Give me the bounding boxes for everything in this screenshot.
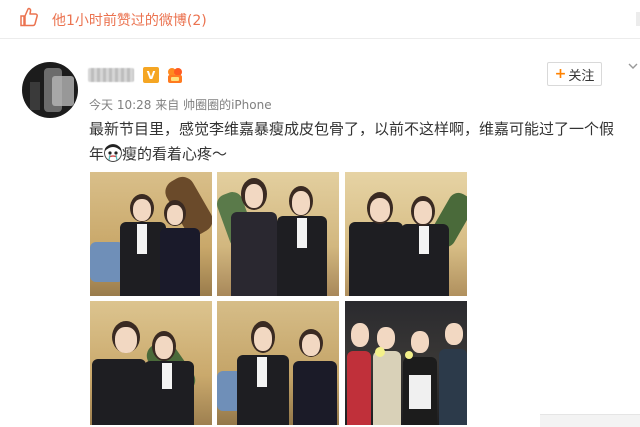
post-text-line-2-start: 年 xyxy=(89,145,105,163)
post-text-line-1: 最新节目里，感觉李维嘉暴瘦成皮包骨了，以前不这样啊，维嘉可能过了一个假 xyxy=(89,120,615,138)
scroll-region-edge xyxy=(540,414,640,427)
liked-weibo-header[interactable]: 他1小时前赞过的微博(2) xyxy=(0,0,640,39)
photo-6[interactable] xyxy=(345,301,467,425)
post-meta: 今天 10:28 来自 帅圈圈的iPhone xyxy=(89,96,272,113)
photo-2[interactable] xyxy=(217,172,339,296)
crying-face-emoji-icon xyxy=(104,144,123,162)
photo-4[interactable] xyxy=(90,301,212,425)
source-prefix: 来自 xyxy=(155,98,180,112)
photo-1[interactable] xyxy=(90,172,212,296)
follow-button[interactable]: + 关注 xyxy=(547,62,602,86)
photo-3[interactable] xyxy=(345,172,467,296)
post-content: 最新节目里，感觉李维嘉暴瘦成皮包骨了，以前不这样啊，维嘉可能过了一个假 年瘦的看… xyxy=(89,117,640,167)
liked-weibo-text[interactable]: 他1小时前赞过的微博(2) xyxy=(52,10,207,30)
avatar[interactable] xyxy=(22,62,78,118)
thumbs-up-icon xyxy=(20,7,38,27)
follow-label: 关注 xyxy=(568,68,595,84)
member-level-icon[interactable] xyxy=(166,67,184,84)
post-source[interactable]: 帅圈圈的iPhone xyxy=(183,98,272,112)
scrollbar-edge xyxy=(636,12,640,26)
post-time[interactable]: 今天 10:28 xyxy=(89,98,151,112)
vip-badge[interactable]: V xyxy=(143,67,159,83)
plus-icon: + xyxy=(554,66,567,82)
username-blurred[interactable] xyxy=(88,68,134,82)
chevron-down-icon[interactable] xyxy=(627,61,639,71)
post-text-line-2: 年瘦的看着心疼～ xyxy=(89,142,640,167)
photo-5[interactable] xyxy=(217,301,339,425)
post-text-line-2-end: 瘦的看着心疼～ xyxy=(122,145,228,163)
